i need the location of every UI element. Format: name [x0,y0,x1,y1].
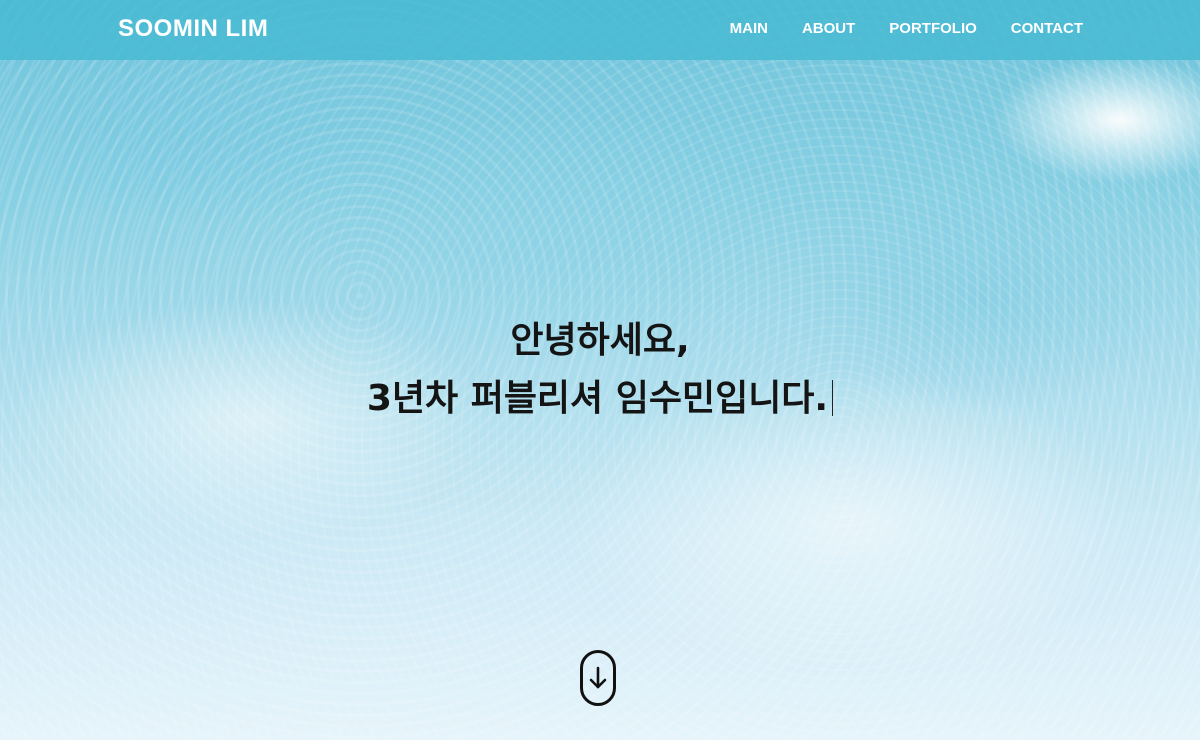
nav-portfolio[interactable]: PORTFOLIO [889,20,977,37]
site-logo[interactable]: SOOMIN LIM [118,15,268,43]
hero-intro: 3년차 퍼블리셔 임수민입니다. [366,378,829,419]
nav-about[interactable]: ABOUT [802,20,855,37]
nav-contact[interactable]: CONTACT [1011,20,1083,37]
hero-greeting: 안녕하세요, [510,320,690,361]
hero-intro-line: 3년차 퍼블리셔 임수민입니다. [0,370,1200,428]
arrow-down-icon [589,666,607,689]
header: SOOMIN LIM MAIN ABOUT PORTFOLIO CONTACT [0,0,1200,60]
typing-caret [832,380,834,416]
page: SOOMIN LIM MAIN ABOUT PORTFOLIO CONTACT … [0,0,1200,740]
scroll-down-button[interactable] [580,650,616,706]
main-nav: MAIN ABOUT PORTFOLIO CONTACT [730,20,1083,37]
nav-main[interactable]: MAIN [730,20,768,37]
hero-text: 안녕하세요, 3년차 퍼블리셔 임수민입니다. [0,312,1200,428]
